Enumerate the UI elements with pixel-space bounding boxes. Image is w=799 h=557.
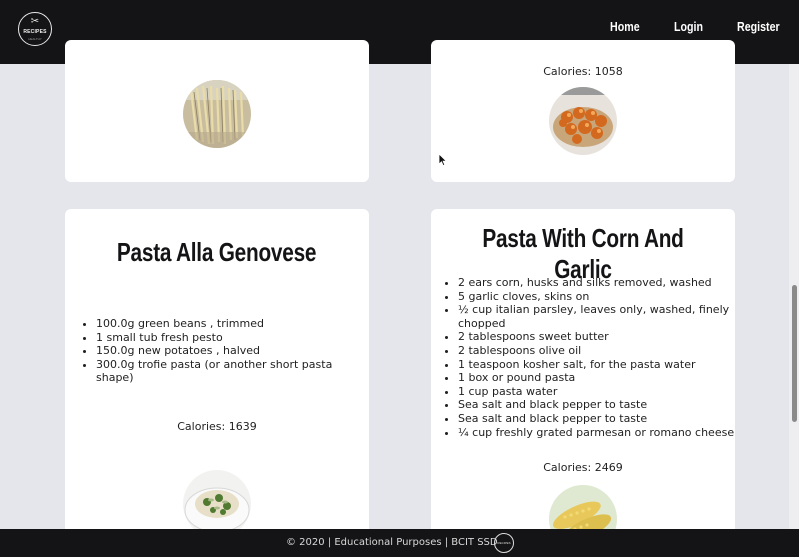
- page-scrollbar-thumb[interactable]: [792, 285, 797, 422]
- ingredient-item: 5 garlic cloves, skins on: [458, 290, 735, 304]
- ingredient-item: 100.0g green beans , trimmed: [96, 317, 369, 331]
- logo-tagline: HEALTHY: [28, 37, 42, 41]
- pasta-bundle-image: [183, 80, 251, 148]
- nav-login-link[interactable]: Login: [674, 19, 703, 34]
- page-footer: © 2020 | Educational Purposes | BCIT SSD…: [0, 529, 799, 557]
- calories-label: Calories: 1639: [177, 420, 257, 433]
- footer-logo-text: RECIPES: [497, 541, 511, 545]
- pesto-pasta-bowl-image: [183, 470, 251, 538]
- recipe-card: [65, 40, 369, 182]
- recipe-card: Calories: 1058: [431, 40, 735, 182]
- ingredient-item: 150.0g new potatoes , halved: [96, 344, 369, 358]
- ingredient-item: 2 tablespoons olive oil: [458, 344, 735, 358]
- ingredient-item: 300.0g trofie pasta (or another short pa…: [96, 358, 369, 385]
- mouse-cursor-icon: [438, 153, 448, 167]
- ingredient-item: Sea salt and black pepper to taste: [458, 398, 735, 412]
- recipes-logo[interactable]: ✂ RECIPES HEALTHY: [18, 12, 52, 46]
- ingredient-item: 1 teaspoon kosher salt, for the pasta wa…: [458, 358, 735, 372]
- ingredient-item: 2 tablespoons sweet butter: [458, 330, 735, 344]
- footer-copyright: © 2020 | Educational Purposes | BCIT SSD: [286, 537, 498, 548]
- nav-register-link[interactable]: Register: [737, 19, 780, 34]
- ingredient-item: 1 small tub fresh pesto: [96, 331, 369, 345]
- ingredient-item: ¼ cup freshly grated parmesan or romano …: [458, 426, 735, 440]
- ingredient-item: 2 ears corn, husks and silks removed, wa…: [458, 276, 735, 290]
- ingredients-list: 100.0g green beans , trimmed 1 small tub…: [84, 317, 369, 385]
- calories-label: Calories: 1058: [543, 65, 623, 78]
- ingredient-item: ½ cup italian parsley, leaves only, wash…: [458, 303, 735, 330]
- ingredient-item: 1 box or pound pasta: [458, 371, 735, 385]
- footer-logo: RECIPES: [494, 533, 514, 553]
- recipe-card: Pasta Alla Genovese 100.0g green beans ,…: [65, 209, 369, 539]
- ingredients-list: 2 ears corn, husks and silks removed, wa…: [446, 276, 735, 439]
- fried-pasta-image: [549, 87, 617, 155]
- ingredient-item: Sea salt and black pepper to taste: [458, 412, 735, 426]
- recipe-title: Pasta Alla Genovese: [117, 237, 317, 267]
- calories-label: Calories: 2469: [543, 461, 623, 474]
- utensils-icon: ✂: [30, 16, 40, 27]
- ingredient-item: 1 cup pasta water: [458, 385, 735, 399]
- recipe-card: Pasta With Corn And Garlic 2 ears corn, …: [431, 209, 735, 553]
- logo-text: RECIPES: [23, 29, 47, 35]
- nav-home-link[interactable]: Home: [610, 19, 640, 34]
